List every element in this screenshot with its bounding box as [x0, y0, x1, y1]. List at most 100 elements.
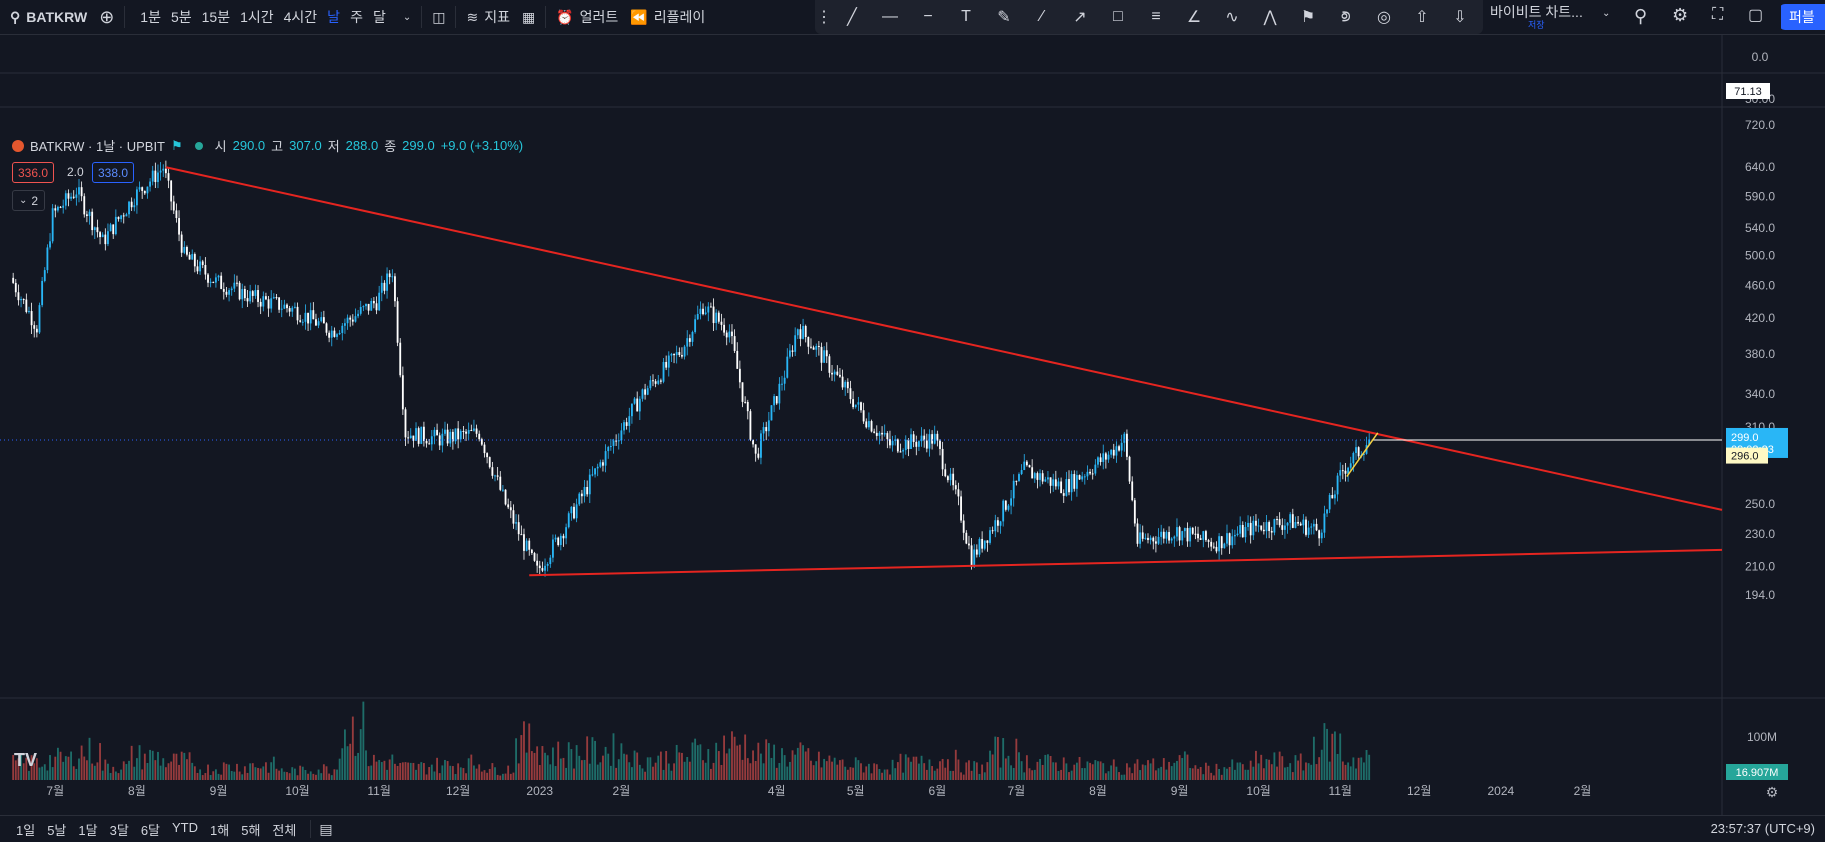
buy-price-button[interactable]: 338.0 — [92, 162, 134, 183]
horizontal-line-icon[interactable]: — — [871, 0, 909, 34]
brush-icon[interactable]: ✎ — [985, 0, 1023, 34]
volume-bar-40 — [118, 773, 120, 780]
interval-7[interactable]: 달 — [368, 7, 391, 27]
candle-body-21 — [68, 193, 70, 198]
volume-bar-500 — [1329, 762, 1331, 780]
volume-bar-102 — [281, 768, 283, 780]
camera-icon[interactable]: ▢ — [1748, 5, 1763, 25]
range-4[interactable]: 6달 — [135, 820, 166, 839]
share-icon[interactable]: ⟄ — [1327, 0, 1365, 34]
interval-5[interactable]: 날 — [322, 7, 345, 27]
range-3[interactable]: 3달 — [104, 820, 135, 839]
volume-bar-438 — [1166, 770, 1168, 780]
candle-body-112 — [307, 313, 309, 324]
volume-bar-229 — [615, 768, 617, 780]
flag-icon[interactable]: ⚑ — [1289, 0, 1327, 34]
trend-line-icon[interactable]: ╱ — [833, 0, 871, 34]
range-6[interactable]: 1해 — [204, 820, 235, 839]
volume-bar-394 — [1050, 756, 1052, 780]
interval-6[interactable]: 주 — [345, 7, 368, 27]
volume-bar-510 — [1355, 768, 1357, 780]
horizontal-ray-icon[interactable]: − — [909, 0, 947, 34]
volume-bar-509 — [1352, 757, 1354, 780]
clock[interactable]: 23:57:37 (UTC+9) — [1711, 821, 1815, 836]
ray-icon[interactable]: ↗ — [1061, 0, 1099, 34]
candle-body-14 — [49, 241, 51, 247]
gear-icon[interactable]: ⚙ — [1672, 5, 1688, 26]
volume-bar-216 — [581, 760, 583, 780]
candle-body-431 — [1147, 538, 1149, 540]
range-5[interactable]: YTD — [166, 820, 204, 839]
tradingview-logo[interactable]: TV — [14, 750, 37, 771]
volume-bar-432 — [1150, 763, 1152, 780]
legend-title[interactable]: BATKRW · 1날 · UPBIT — [30, 136, 165, 155]
high-value: 307.0 — [289, 138, 322, 153]
range-7[interactable]: 5해 — [235, 820, 266, 839]
save-status[interactable]: 저장 — [1528, 18, 1545, 31]
volume-bar-288 — [771, 758, 773, 780]
layout-chevron-icon[interactable]: ⌄ — [1602, 8, 1610, 19]
interval-4[interactable]: 4시간 — [279, 7, 323, 27]
path-icon[interactable]: ∿ — [1213, 0, 1251, 34]
rectangle-icon[interactable]: □ — [1099, 0, 1137, 34]
replay-button[interactable]: ⏪ 리플레이 — [624, 0, 711, 34]
interval-1[interactable]: 5분 — [166, 7, 197, 27]
drag-handle-icon[interactable]: ⋮ — [815, 0, 833, 34]
volume-bar-139 — [378, 760, 380, 780]
volume-bar-90 — [249, 763, 251, 780]
date-range-icon[interactable]: ▤ — [319, 821, 332, 838]
interval-dropdown-button[interactable]: ⌄ — [397, 0, 417, 34]
interval-0[interactable]: 1분 — [135, 7, 166, 27]
text-icon[interactable]: T — [947, 0, 985, 34]
fullscreen-icon[interactable]: ⛶ — [1712, 6, 1723, 24]
arrow-down-icon[interactable]: ⇩ — [1441, 0, 1479, 34]
candle-body-305 — [815, 346, 817, 350]
candle-body-121 — [331, 331, 333, 338]
volume-bar-312 — [834, 758, 836, 780]
pattern-icon[interactable]: ⋀ — [1251, 0, 1289, 34]
interval-2[interactable]: 15분 — [197, 7, 235, 27]
candle-body-306 — [818, 346, 820, 347]
interval-3[interactable]: 1시간 — [235, 7, 279, 27]
candle-body-215 — [578, 494, 580, 505]
circle-icon[interactable]: ◎ — [1365, 0, 1403, 34]
range-2[interactable]: 1달 — [72, 820, 103, 839]
symbol-search[interactable]: ⚲ BATKRW — [0, 0, 93, 34]
candle-body-456 — [1213, 547, 1215, 548]
angle-icon[interactable]: ∠ — [1175, 0, 1213, 34]
arrow-up-icon[interactable]: ⇧ — [1403, 0, 1441, 34]
candle-body-135 — [368, 304, 370, 311]
parallel-channel-icon[interactable]: ∕ — [1023, 0, 1061, 34]
layouts-button[interactable]: ▦ — [516, 0, 541, 34]
divider — [310, 820, 311, 838]
candle-body-478 — [1271, 531, 1273, 533]
candle-body-161 — [436, 430, 438, 435]
candle-body-309 — [826, 350, 828, 356]
zoom-icon[interactable]: ⚲ — [1634, 6, 1647, 27]
alert-button[interactable]: ⏰ 얼러트 — [550, 0, 624, 34]
volume-bar-300 — [802, 745, 804, 780]
candle-body-372 — [992, 530, 994, 531]
add-symbol-button[interactable]: ⊕ — [93, 0, 120, 34]
candle-body-279 — [747, 402, 749, 411]
candle-body-32 — [97, 227, 99, 232]
indicators-button[interactable]: ≋ 지표 — [460, 0, 516, 34]
fib-retracement-icon[interactable]: ≡ — [1137, 0, 1175, 34]
collapse-button[interactable]: ⌄ 2 — [12, 190, 45, 211]
candle-body-80 — [223, 289, 225, 292]
candle-body-42 — [123, 215, 125, 216]
candle-body-501 — [1331, 495, 1333, 498]
publish-button[interactable]: 퍼블 — [1781, 4, 1825, 30]
range-1[interactable]: 5날 — [41, 820, 72, 839]
range-8[interactable]: 전체 — [266, 820, 302, 839]
candle-body-337 — [900, 451, 902, 452]
candle-body-366 — [976, 549, 978, 554]
candle-body-61 — [173, 201, 175, 210]
range-0[interactable]: 1일 — [10, 820, 41, 839]
candle-body-236 — [634, 399, 636, 404]
sell-price-button[interactable]: 336.0 — [12, 162, 54, 183]
volume-bar-39 — [115, 771, 117, 780]
chart-type-button[interactable]: ◫ — [426, 0, 451, 34]
volume-bar-208 — [560, 759, 562, 780]
volume-bar-468 — [1245, 770, 1247, 780]
